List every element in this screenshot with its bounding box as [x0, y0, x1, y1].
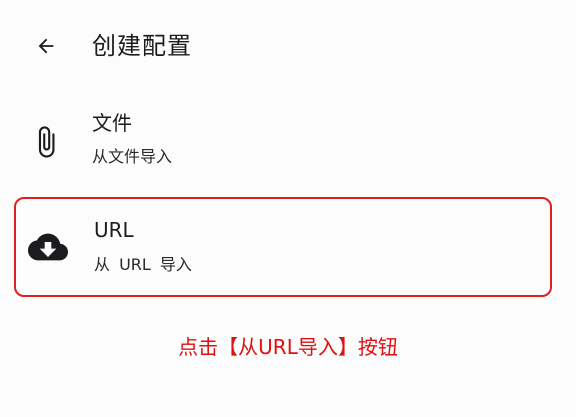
import-from-file-option[interactable]: 文件 从文件导入	[14, 92, 552, 192]
import-from-url-option[interactable]: URL 从 URL 导入	[14, 197, 552, 297]
page-title: 创建配置	[92, 32, 192, 60]
instruction-text: 点击【从URL导入】按钮	[178, 335, 398, 359]
option-subtitle: 从 URL 导入	[94, 255, 192, 274]
option-title: 文件	[92, 111, 132, 135]
option-subtitle: 从文件导入	[92, 147, 173, 166]
back-button[interactable]	[26, 26, 66, 66]
paperclip-icon	[24, 120, 68, 164]
app-bar: 创建配置	[0, 0, 576, 92]
cloud-download-icon	[26, 225, 70, 269]
arrow-left-icon	[38, 38, 54, 54]
option-title: URL	[94, 218, 134, 242]
